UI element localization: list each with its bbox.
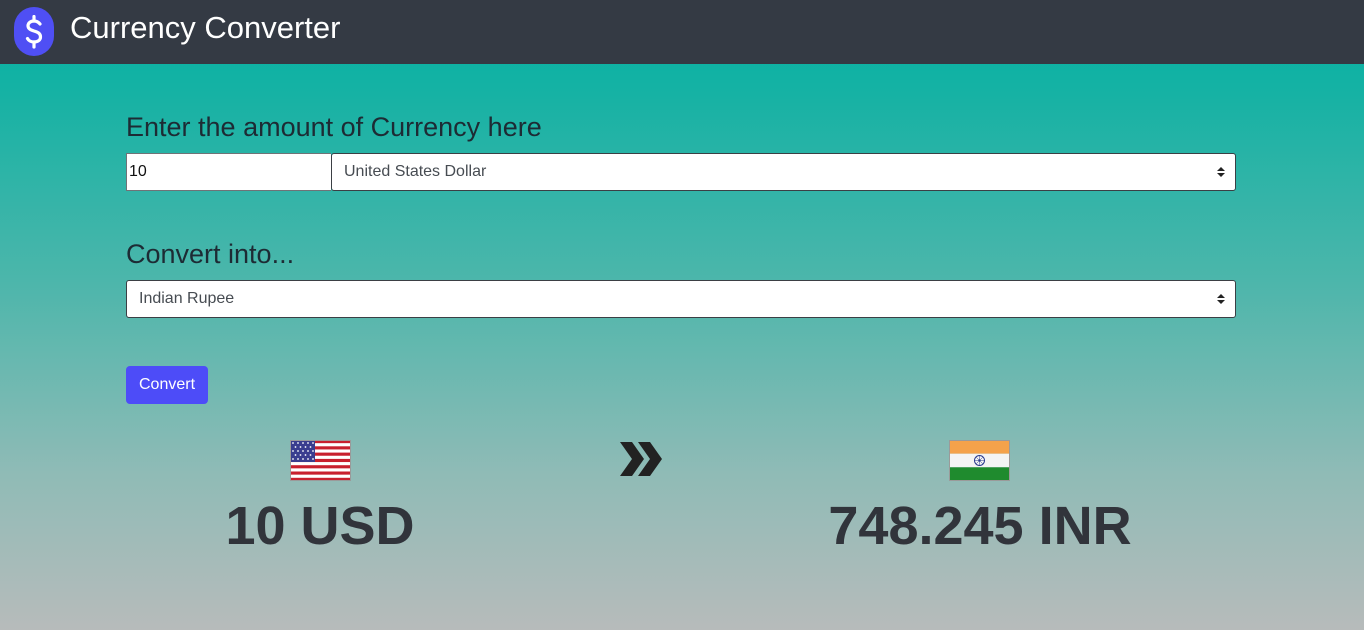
to-currency-select[interactable]: Indian Rupee	[126, 280, 1236, 318]
amount-label: Enter the amount of Currency here	[126, 112, 542, 142]
india-flag-icon	[949, 440, 1010, 481]
dollar-icon[interactable]	[14, 7, 54, 56]
from-currency-value: United States Dollar	[344, 163, 487, 180]
to-currency-value: Indian Rupee	[139, 290, 235, 307]
select-caret-icon	[1217, 167, 1225, 177]
double-chevron-right-icon	[620, 442, 662, 476]
to-amount-text: 748.245 INR	[828, 496, 1132, 556]
from-amount-text: 10 USD	[225, 496, 415, 556]
app-title[interactable]: Currency Converter	[70, 10, 340, 46]
select-caret-icon	[1217, 294, 1225, 304]
convert-button[interactable]: Convert	[126, 366, 208, 404]
from-currency-select[interactable]: United States Dollar	[331, 153, 1236, 191]
amount-input[interactable]	[126, 153, 331, 191]
us-flag-icon	[290, 440, 351, 481]
convert-into-label: Convert into...	[126, 239, 295, 269]
navbar: Currency Converter	[0, 0, 1364, 64]
